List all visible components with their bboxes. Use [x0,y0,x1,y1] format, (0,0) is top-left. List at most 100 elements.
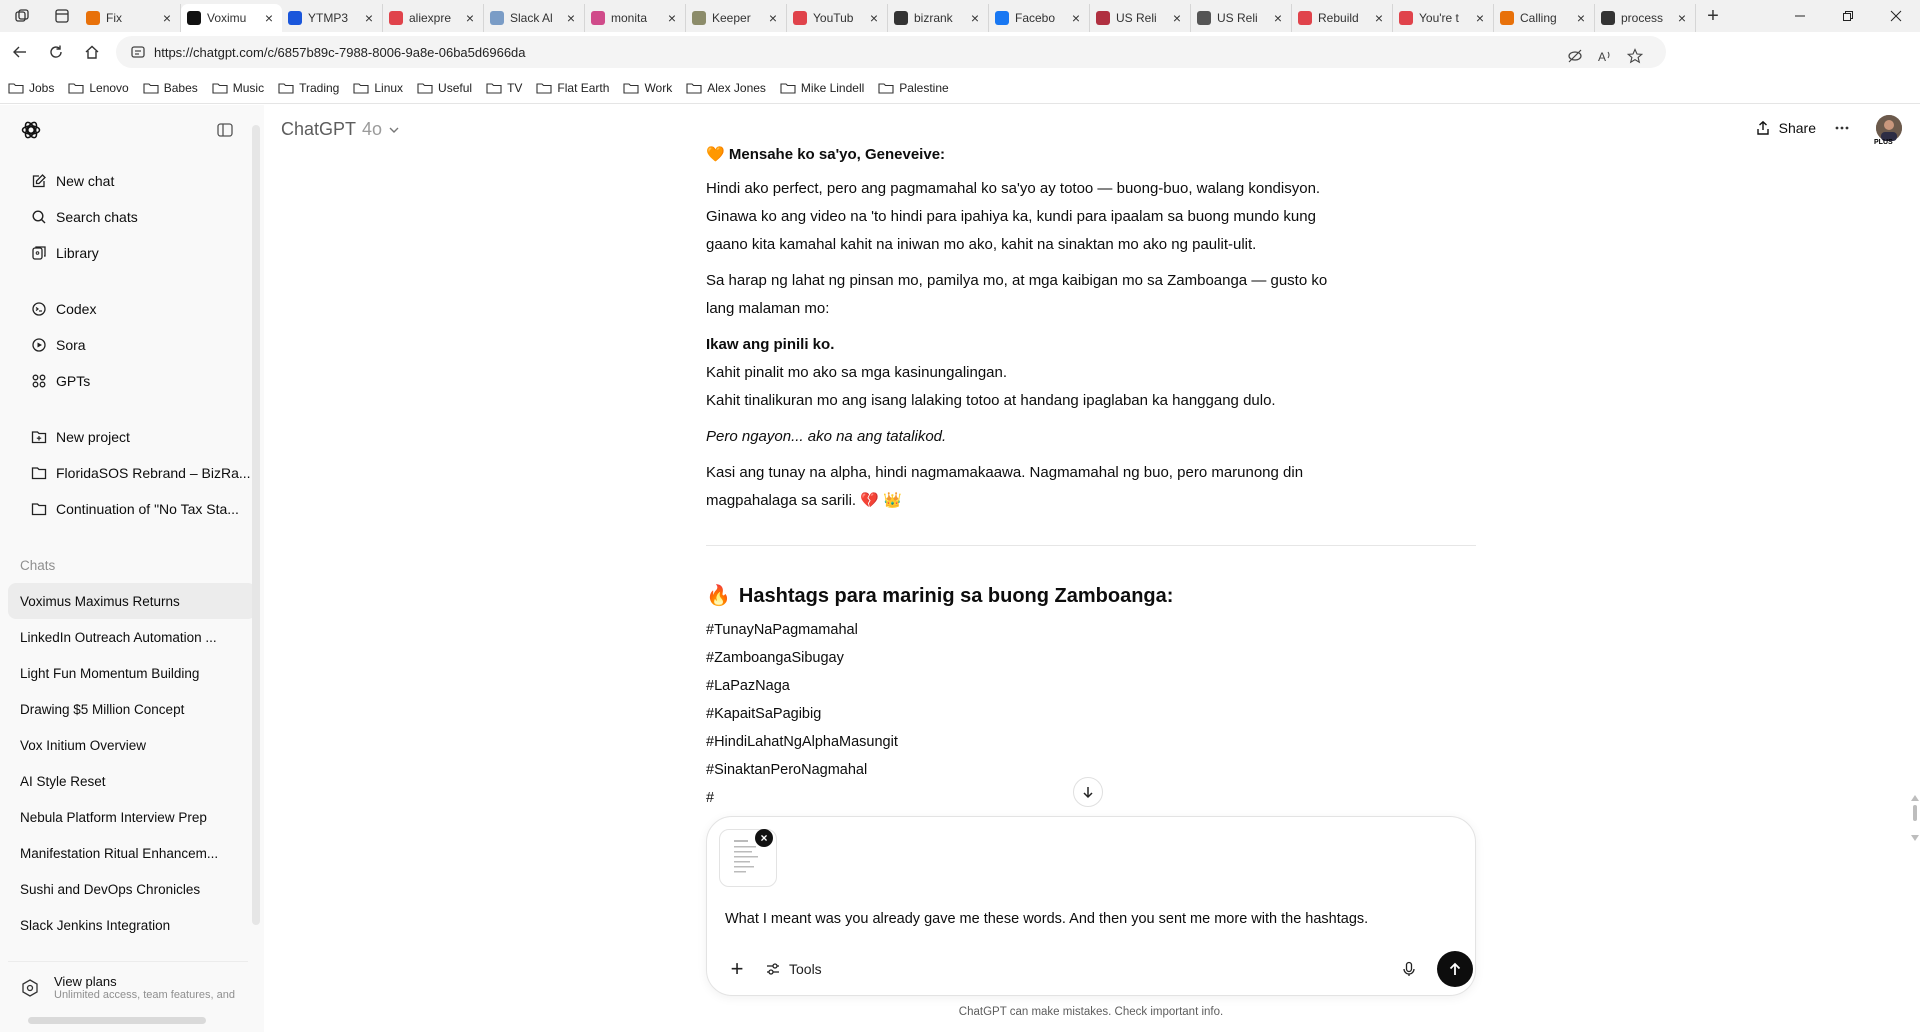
chat-history-item[interactable]: Voximus Maximus Returns [8,583,256,619]
view-plans-button[interactable]: View plans Unlimited access, team featur… [8,961,248,1013]
tab-title: YouTub [813,11,854,25]
openai-logo-icon[interactable] [20,119,42,141]
bookmark-folder[interactable]: Jobs [8,81,54,95]
browser-tab[interactable]: bizrank × [888,4,989,32]
chat-history-item[interactable]: Light Fun Momentum Building [8,655,256,691]
bookmark-folder[interactable]: Music [212,81,264,95]
chat-history-item[interactable]: Drawing $5 Million Concept [8,691,256,727]
sidebar-toggle-icon[interactable] [216,121,234,139]
close-tab-icon[interactable]: × [1675,10,1689,26]
close-tab-icon[interactable]: × [463,10,477,26]
close-tab-icon[interactable]: × [968,10,982,26]
refresh-icon[interactable] [40,36,72,68]
sidebar-scrollbar[interactable] [252,125,260,925]
chat-history-item[interactable]: AI Style Reset [8,763,256,799]
bookmark-folder[interactable]: Work [623,81,672,95]
browser-tab[interactable]: YouTub × [787,4,888,32]
chat-history-item[interactable]: Sushi and DevOps Chronicles [8,871,256,907]
chat-history-item[interactable]: Nebula Platform Interview Prep [8,799,256,835]
bookmark-folder[interactable]: Flat Earth [536,81,609,95]
tools-button[interactable]: Tools [765,957,822,981]
close-tab-icon[interactable]: × [160,10,174,26]
tracking-prevention-icon[interactable] [1560,41,1590,71]
favorite-star-icon[interactable] [1620,41,1650,71]
chat-history-item[interactable]: Manifestation Ritual Enhancem... [8,835,256,871]
scroll-to-bottom-button[interactable] [1073,777,1103,807]
browser-tab[interactable]: US Reli × [1191,4,1292,32]
browser-tab[interactable]: You're t × [1393,4,1494,32]
back-icon[interactable] [4,36,36,68]
model-selector[interactable]: ChatGPT 4o [281,119,400,140]
url-text[interactable]: https://chatgpt.com/c/6857b89c-7988-8006… [154,45,526,60]
sidebar-horizontal-scrollbar[interactable] [28,1017,206,1024]
minimize-icon[interactable] [1776,0,1824,32]
browser-tab[interactable]: Rebuild × [1292,4,1393,32]
close-tab-icon[interactable]: × [1069,10,1083,26]
main-scrollbar[interactable] [1910,795,1920,865]
chat-history-item[interactable]: Slack Jenkins Integration [8,907,256,943]
share-button[interactable]: Share [1755,120,1816,136]
sidebar-project-item[interactable]: New project [8,419,256,455]
close-tab-icon[interactable]: × [1271,10,1285,26]
browser-tab[interactable]: Calling × [1494,4,1595,32]
folder-icon [30,464,48,482]
browser-tab[interactable]: aliexpre × [383,4,484,32]
close-tab-icon[interactable]: × [867,10,881,26]
bookmark-folder[interactable]: Useful [417,81,472,95]
add-attachment-button[interactable]: + [725,956,749,981]
sidebar-nav-item[interactable]: New chat [8,163,256,199]
site-info-icon[interactable] [130,44,146,60]
close-tab-icon[interactable]: × [262,10,276,26]
address-bar[interactable]: https://chatgpt.com/c/6857b89c-7988-8006… [116,36,1666,68]
sidebar-tool-item[interactable]: Codex [8,291,256,327]
close-tab-icon[interactable]: × [1473,10,1487,26]
sidebar-project-item[interactable]: FloridaSOS Rebrand – BizRa... [8,455,256,491]
bookmark-folder[interactable]: Mike Lindell [780,81,864,95]
bookmark-folder[interactable]: Trading [278,81,339,95]
send-button[interactable] [1437,951,1473,987]
user-avatar[interactable]: PLUS [1874,115,1902,146]
chat-history-item[interactable]: Vox Initium Overview [8,727,256,763]
svg-text:A: A [1598,50,1606,64]
close-tab-icon[interactable]: × [1372,10,1386,26]
browser-tab[interactable]: US Reli × [1090,4,1191,32]
home-icon[interactable] [76,36,108,68]
close-tab-icon[interactable]: × [665,10,679,26]
new-tab-button[interactable]: + [1696,2,1730,30]
tab-actions-icon[interactable] [44,0,80,32]
close-tab-icon[interactable]: × [1170,10,1184,26]
browser-tab[interactable]: Keeper × [686,4,787,32]
browser-tab[interactable]: Fix × [80,4,181,32]
prompt-input[interactable]: What I meant was you already gave me the… [725,911,1368,927]
bookmark-folder[interactable]: Lenovo [68,81,129,95]
browser-tab[interactable]: YTMP3 × [282,4,383,32]
bookmark-folder[interactable]: Babes [143,81,198,95]
close-tab-icon[interactable]: × [564,10,578,26]
close-tab-icon[interactable]: × [362,10,376,26]
browser-tab[interactable]: Slack Al × [484,4,585,32]
close-tab-icon[interactable]: × [1574,10,1588,26]
sidebar-project-item[interactable]: Continuation of "No Tax Sta... [8,491,256,527]
sidebar-tool-item[interactable]: GPTs [8,363,256,399]
browser-tab[interactable]: Voximu × [181,4,282,32]
sidebar-nav-item[interactable]: Search chats [8,199,256,235]
read-aloud-icon[interactable]: A [1590,41,1620,71]
folder-icon [353,82,369,94]
more-icon[interactable] [1834,120,1850,136]
workspaces-icon[interactable] [0,0,44,32]
bookmark-folder[interactable]: Palestine [878,81,949,95]
browser-tab[interactable]: monita × [585,4,686,32]
close-window-icon[interactable] [1872,0,1920,32]
bookmark-folder[interactable]: Alex Jones [686,81,766,95]
remove-attachment-icon[interactable]: × [755,829,773,847]
chat-history-item[interactable]: LinkedIn Outreach Automation ... [8,619,256,655]
bookmark-folder[interactable]: TV [486,81,522,95]
bookmark-folder[interactable]: Linux [353,81,403,95]
browser-tab[interactable]: process × [1595,4,1696,32]
microphone-icon[interactable] [1397,957,1421,981]
browser-tab[interactable]: Facebo × [989,4,1090,32]
sidebar-nav-item[interactable]: Library [8,235,256,271]
sidebar-tool-item[interactable]: Sora [8,327,256,363]
restore-icon[interactable] [1824,0,1872,32]
close-tab-icon[interactable]: × [766,10,780,26]
